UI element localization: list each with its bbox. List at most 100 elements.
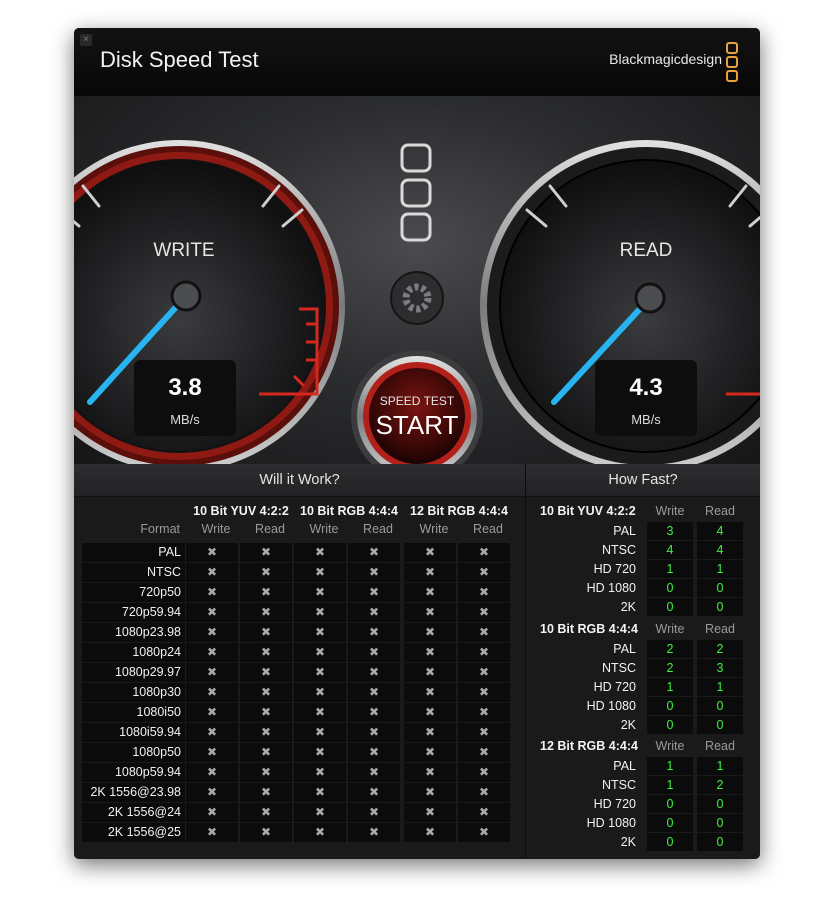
no-icon: ✖ bbox=[478, 665, 490, 679]
close-icon[interactable]: × bbox=[80, 34, 92, 46]
no-icon: ✖ bbox=[368, 565, 380, 579]
no-icon: ✖ bbox=[260, 765, 272, 779]
drive-square-icon-2[interactable] bbox=[400, 178, 432, 208]
how-fast-read-value: 4 bbox=[716, 543, 724, 557]
no-icon: ✖ bbox=[314, 785, 326, 799]
drive-square-icon-1[interactable] bbox=[400, 143, 432, 173]
no-icon: ✖ bbox=[368, 585, 380, 599]
no-icon: ✖ bbox=[478, 605, 490, 619]
start-button-caption[interactable]: SPEED TEST bbox=[357, 394, 477, 408]
how-fast-read-value: 2 bbox=[716, 778, 724, 792]
no-icon: ✖ bbox=[314, 725, 326, 739]
no-icon: ✖ bbox=[368, 725, 380, 739]
no-icon: ✖ bbox=[206, 765, 218, 779]
how-fast-row-label: 2K bbox=[620, 835, 636, 849]
format-row-label: 1080p59.94 bbox=[114, 765, 181, 779]
read-unit: MB/s bbox=[631, 412, 661, 427]
no-icon: ✖ bbox=[368, 545, 380, 559]
no-icon: ✖ bbox=[260, 565, 272, 579]
no-icon: ✖ bbox=[424, 745, 436, 759]
no-icon: ✖ bbox=[314, 605, 326, 619]
how-fast-write-header: Write bbox=[655, 504, 685, 518]
no-icon: ✖ bbox=[206, 665, 218, 679]
will-it-work-title: Will it Work? bbox=[74, 464, 525, 497]
how-fast-write-value: 1 bbox=[666, 562, 674, 576]
subcol-header: Write bbox=[309, 522, 339, 536]
no-icon: ✖ bbox=[206, 545, 218, 559]
format-label: Format bbox=[140, 522, 180, 536]
no-icon: ✖ bbox=[260, 685, 272, 699]
how-fast-read-value: 0 bbox=[716, 581, 724, 595]
no-icon: ✖ bbox=[478, 645, 490, 659]
no-icon: ✖ bbox=[206, 805, 218, 819]
no-icon: ✖ bbox=[368, 605, 380, 619]
no-icon: ✖ bbox=[424, 585, 436, 599]
no-icon: ✖ bbox=[424, 545, 436, 559]
write-unit: MB/s bbox=[170, 412, 200, 427]
subcol-header: Write bbox=[201, 522, 231, 536]
no-icon: ✖ bbox=[424, 725, 436, 739]
no-icon: ✖ bbox=[478, 705, 490, 719]
how-fast-read-header: Read bbox=[705, 622, 735, 636]
no-icon: ✖ bbox=[314, 565, 326, 579]
format-row-label: 1080p24 bbox=[132, 645, 181, 659]
how-fast-write-value: 0 bbox=[666, 581, 674, 595]
gear-icon[interactable] bbox=[390, 271, 444, 325]
no-icon: ✖ bbox=[260, 725, 272, 739]
gauge-panel: WRITE 3.8 MB/s READ 4.3 MB/s SPEED TEST … bbox=[74, 96, 760, 464]
no-icon: ✖ bbox=[314, 665, 326, 679]
how-fast-read-value: 0 bbox=[716, 797, 724, 811]
no-icon: ✖ bbox=[260, 825, 272, 839]
no-icon: ✖ bbox=[424, 825, 436, 839]
how-fast-row-label: HD 1080 bbox=[586, 581, 636, 595]
no-icon: ✖ bbox=[478, 805, 490, 819]
how-fast-read-header: Read bbox=[705, 739, 735, 753]
no-icon: ✖ bbox=[314, 585, 326, 599]
how-fast-row-label: 2K bbox=[620, 718, 636, 732]
no-icon: ✖ bbox=[206, 625, 218, 639]
no-icon: ✖ bbox=[206, 645, 218, 659]
start-button-label[interactable]: START bbox=[357, 410, 477, 441]
format-row-label: 2K 1556@25 bbox=[107, 825, 181, 839]
no-icon: ✖ bbox=[368, 625, 380, 639]
how-fast-group-header: 10 Bit RGB 4:4:4 bbox=[540, 622, 638, 636]
how-fast-group-header: 10 Bit YUV 4:2:2 bbox=[540, 504, 636, 518]
format-row-label: 1080p23.98 bbox=[114, 625, 181, 639]
no-icon: ✖ bbox=[260, 645, 272, 659]
how-fast-write-header: Write bbox=[655, 622, 685, 636]
how-fast-read-value: 1 bbox=[716, 759, 724, 773]
how-fast-read-value: 2 bbox=[716, 642, 724, 656]
how-fast-row-label: HD 1080 bbox=[586, 699, 636, 713]
format-row-label: 1080p30 bbox=[132, 685, 181, 699]
app-title: Disk Speed Test bbox=[100, 47, 259, 72]
how-fast-row-label: 2K bbox=[620, 600, 636, 614]
how-fast-row-label: HD 720 bbox=[593, 680, 636, 694]
no-icon: ✖ bbox=[478, 685, 490, 699]
how-fast-write-value: 1 bbox=[666, 778, 674, 792]
read-value: 4.3 bbox=[629, 374, 663, 401]
subcol-header: Read bbox=[255, 522, 285, 536]
write-value: 3.8 bbox=[168, 374, 202, 401]
no-icon: ✖ bbox=[478, 765, 490, 779]
how-fast-write-value: 2 bbox=[666, 661, 674, 675]
format-row-label: 1080p29.97 bbox=[114, 665, 181, 679]
no-icon: ✖ bbox=[424, 785, 436, 799]
no-icon: ✖ bbox=[260, 705, 272, 719]
no-icon: ✖ bbox=[206, 565, 218, 579]
no-icon: ✖ bbox=[368, 665, 380, 679]
drive-square-icon-3[interactable] bbox=[400, 212, 432, 242]
how-fast-row-label: HD 720 bbox=[593, 797, 636, 811]
format-row-label: 2K 1556@23.98 bbox=[90, 785, 181, 799]
no-icon: ✖ bbox=[260, 545, 272, 559]
no-icon: ✖ bbox=[368, 745, 380, 759]
format-row-label: NTSC bbox=[146, 565, 181, 579]
how-fast-title: How Fast? bbox=[526, 464, 760, 497]
format-row-label: 1080i50 bbox=[136, 705, 182, 719]
brand-name: Blackmagicdesign bbox=[609, 51, 722, 67]
how-fast-row-label: PAL bbox=[613, 642, 636, 656]
how-fast-write-value: 1 bbox=[666, 759, 674, 773]
no-icon: ✖ bbox=[314, 805, 326, 819]
no-icon: ✖ bbox=[260, 805, 272, 819]
no-icon: ✖ bbox=[424, 565, 436, 579]
no-icon: ✖ bbox=[368, 765, 380, 779]
